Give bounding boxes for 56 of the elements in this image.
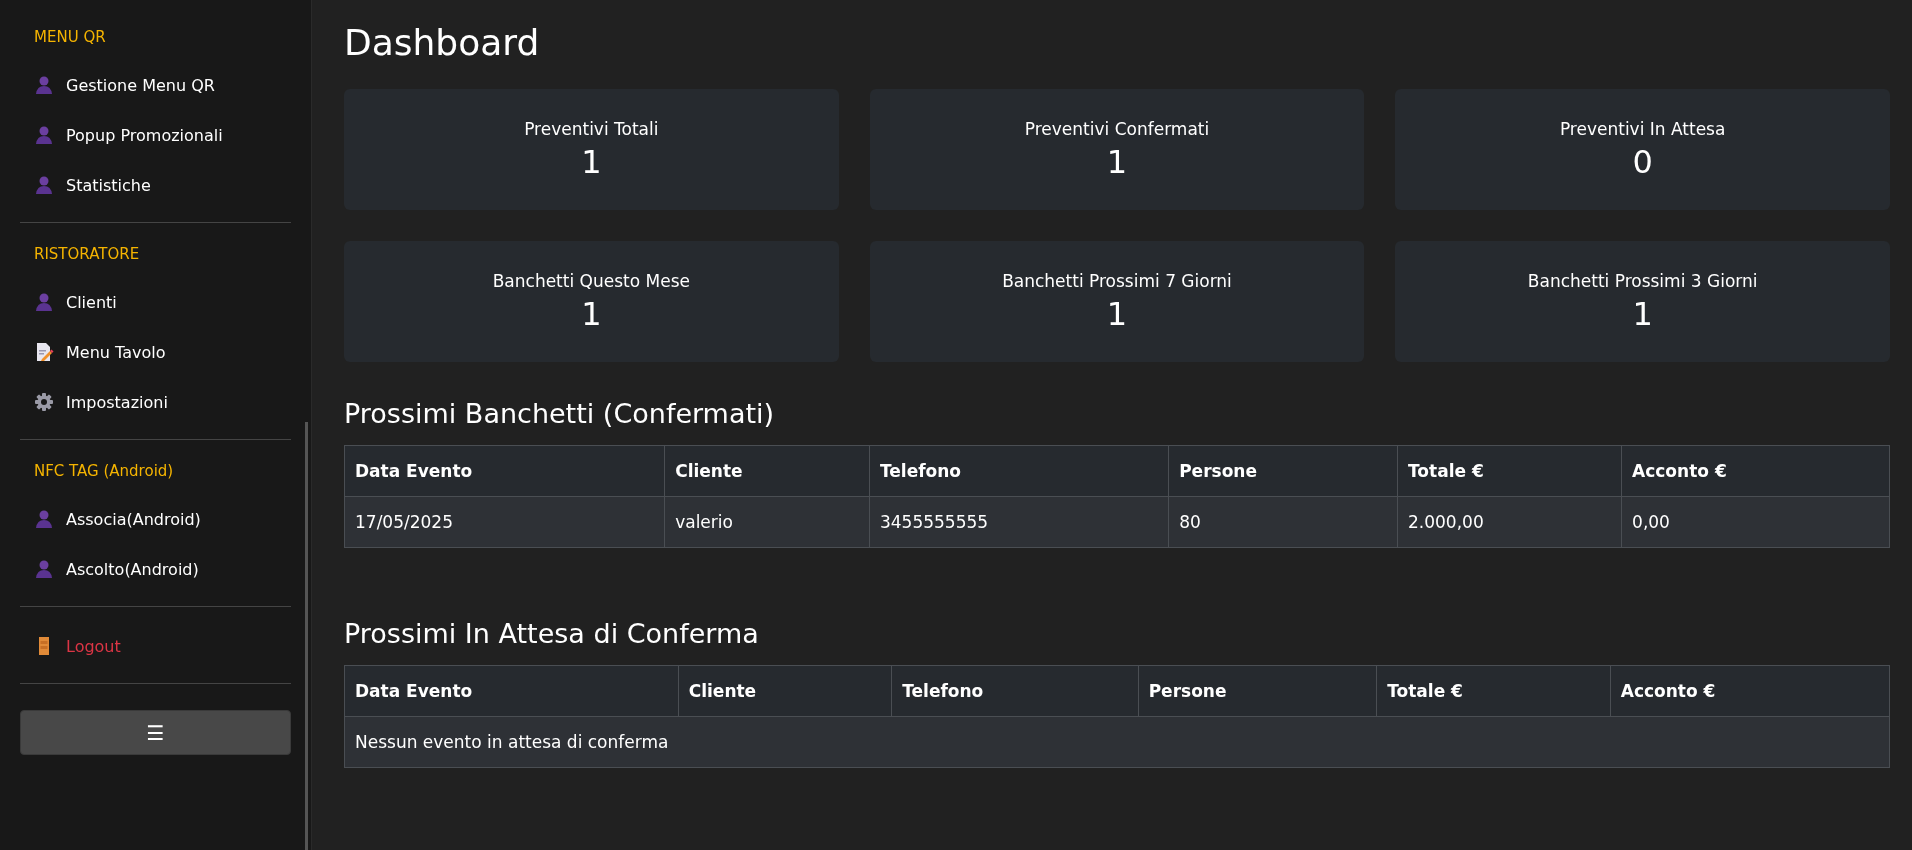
table-cell: 0,00 <box>1621 496 1890 548</box>
section-title: Prossimi In Attesa di Conferma <box>344 618 760 649</box>
nav-item[interactable]: Statistiche <box>20 160 291 210</box>
nav-item[interactable]: Impostazioni <box>20 377 291 427</box>
empty-message: Nessun evento in attesa di conferma <box>344 716 1890 768</box>
gear-icon <box>34 392 54 412</box>
scrollbar-thumb[interactable] <box>305 422 308 850</box>
stat-value: 0 <box>1632 142 1653 181</box>
section-heading: RISTORATORE <box>33 244 141 265</box>
logout-link[interactable]: Logout <box>20 621 291 671</box>
page-title: Dashboard <box>344 22 541 63</box>
column-header: Telefono <box>891 665 1139 717</box>
column-header: Data Evento <box>344 445 665 497</box>
nav-item[interactable]: Ascolto(Android) <box>20 544 291 594</box>
section-heading: MENU QR <box>33 27 107 48</box>
stat-label: Banchetti Prossimi 3 Giorni <box>1527 270 1758 291</box>
stat-value: 1 <box>1632 294 1653 333</box>
person-icon <box>34 509 54 529</box>
nav-item[interactable]: Associa(Android) <box>20 494 291 544</box>
nav-item[interactable]: Clienti <box>20 277 291 327</box>
column-header: Totale € <box>1397 445 1622 497</box>
stat-label: Banchetti Prossimi 7 Giorni <box>1002 270 1232 291</box>
person-icon <box>34 175 54 195</box>
stat-value: 1 <box>1106 294 1128 333</box>
nav-item[interactable]: Gestione Menu QR <box>20 60 291 110</box>
stat-label: Banchetti Questo Mese <box>492 270 690 291</box>
stat-value: 1 <box>581 294 602 333</box>
column-header: Data Evento <box>344 665 679 717</box>
menu-toggle-button[interactable]: ☰ <box>20 710 291 755</box>
column-header: Totale € <box>1376 665 1611 717</box>
person-icon <box>34 559 54 579</box>
table-cell: valerio <box>664 496 870 548</box>
table-cell: 2.000,00 <box>1397 496 1622 548</box>
column-header: Acconto € <box>1621 445 1890 497</box>
column-header: Cliente <box>678 665 892 717</box>
person-icon <box>34 292 54 312</box>
table-cell: 80 <box>1168 496 1398 548</box>
stat-value: 1 <box>581 142 602 181</box>
section-title: Prossimi Banchetti (Confermati) <box>344 398 776 429</box>
table-cell: 17/05/2025 <box>344 496 665 548</box>
column-header: Acconto € <box>1610 665 1890 717</box>
stat-label: Preventivi Confermati <box>1024 118 1210 139</box>
nav-item[interactable]: Menu Tavolo <box>20 327 291 377</box>
stat-value: 1 <box>1106 142 1128 181</box>
table-cell: 3455555555 <box>869 496 1169 548</box>
column-header: Persone <box>1168 445 1398 497</box>
person-icon <box>34 125 54 145</box>
column-header: Cliente <box>664 445 870 497</box>
nav-item[interactable]: Popup Promozionali <box>20 110 291 160</box>
stat-label: Preventivi In Attesa <box>1559 118 1726 139</box>
section-heading: NFC TAG (Android) <box>33 461 175 482</box>
column-header: Persone <box>1138 665 1377 717</box>
stat-label: Preventivi Totali <box>524 118 659 139</box>
person-icon <box>34 75 54 95</box>
column-header: Telefono <box>869 445 1169 497</box>
document-pencil-icon <box>34 342 54 362</box>
